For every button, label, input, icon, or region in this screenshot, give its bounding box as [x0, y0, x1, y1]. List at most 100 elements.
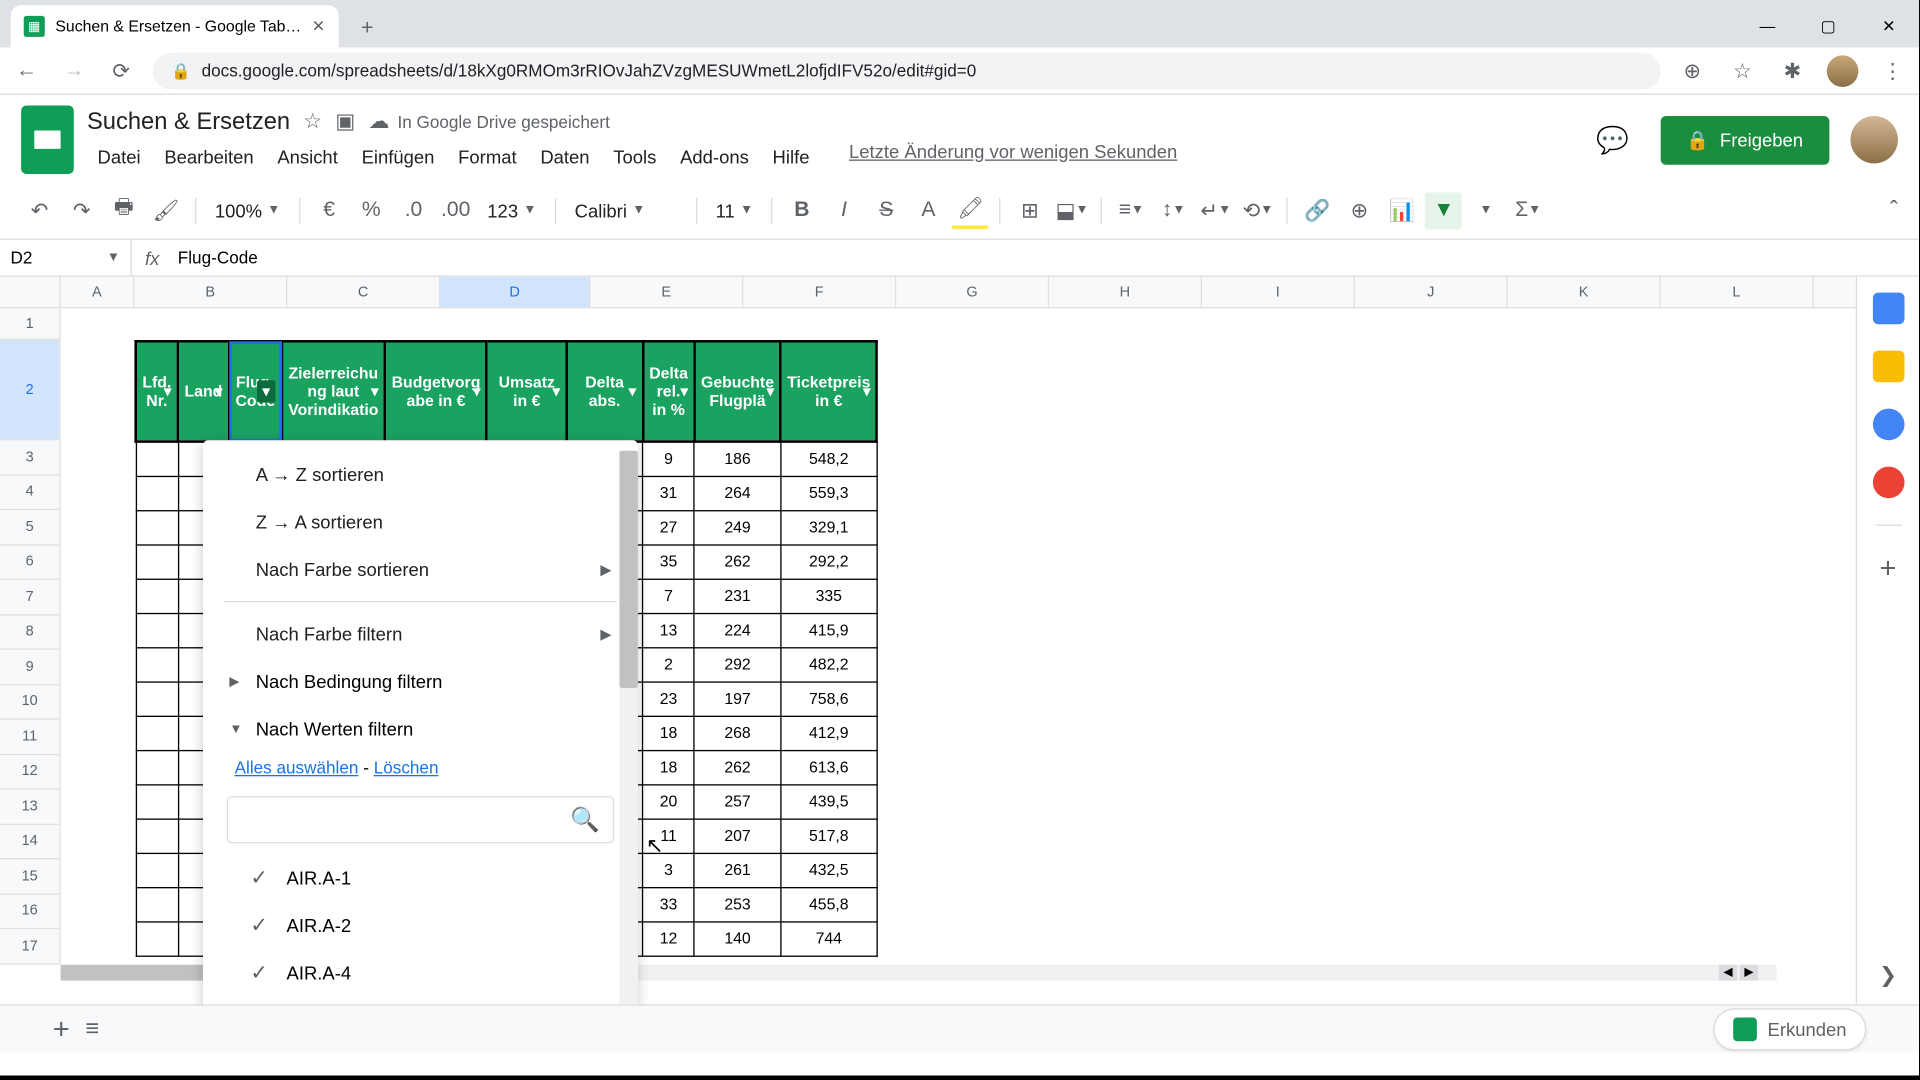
filter-dropdown-button[interactable]: ▼ [1468, 192, 1505, 229]
back-button[interactable]: ← [11, 59, 43, 83]
table-header[interactable]: Land▾ [178, 341, 229, 441]
table-header[interactable]: Delta rel. in %▾ [643, 341, 695, 441]
select-all-corner[interactable] [0, 277, 61, 307]
row-header-15[interactable]: 15 [0, 859, 59, 894]
currency-button[interactable]: € [311, 192, 348, 229]
menu-addons[interactable]: Add-ons [670, 140, 760, 172]
row-header-17[interactable]: 17 [0, 929, 59, 964]
minimize-button[interactable]: — [1737, 5, 1798, 47]
redo-button[interactable]: ↷ [63, 192, 100, 229]
filter-value-item[interactable]: ✓AIR.A-1 [203, 854, 638, 901]
share-button[interactable]: 🔒 Freigeben [1660, 115, 1829, 164]
percent-button[interactable]: % [353, 192, 390, 229]
strikethrough-button[interactable]: S [868, 192, 905, 229]
comments-button[interactable]: 💬 [1586, 113, 1639, 166]
tasks-icon[interactable] [1872, 409, 1904, 441]
menu-edit[interactable]: Bearbeiten [154, 140, 264, 172]
menu-view[interactable]: Ansicht [267, 140, 349, 172]
table-header[interactable]: Zielerreichu ng laut Vorindikatio▾ [282, 341, 385, 441]
column-header-B[interactable]: B [134, 277, 287, 307]
maximize-button[interactable]: ▢ [1798, 5, 1859, 47]
close-tab-icon[interactable]: ✕ [312, 17, 325, 35]
scroll-left-button[interactable]: ◀ [1719, 964, 1737, 980]
table-header[interactable]: Ticketpreis in €▾ [781, 341, 877, 441]
filter-search-box[interactable]: 🔍 [227, 796, 614, 843]
browser-menu-icon[interactable]: ⋮ [1877, 57, 1909, 83]
row-header-13[interactable]: 13 [0, 789, 59, 824]
text-color-button[interactable]: A [910, 192, 947, 229]
zoom-select[interactable]: 100% ▼ [207, 200, 288, 221]
table-header[interactable]: Umsatz in €▾ [487, 341, 567, 441]
merge-button[interactable]: ⬓▼ [1054, 192, 1091, 229]
menu-data[interactable]: Daten [530, 140, 600, 172]
row-header-1[interactable]: 1 [0, 308, 59, 340]
column-header-E[interactable]: E [590, 277, 743, 307]
halign-button[interactable]: ≡▼ [1113, 192, 1150, 229]
formula-input[interactable]: Flug-Code [173, 248, 1919, 268]
row-header-16[interactable]: 16 [0, 894, 59, 929]
font-size-select[interactable]: 11 ▼ [708, 200, 761, 221]
keep-icon[interactable] [1872, 351, 1904, 383]
row-header-7[interactable]: 7 [0, 580, 59, 615]
spreadsheet-grid[interactable]: ABCDEFGHIJKL 1234567891011121314151617 L… [0, 277, 1856, 1005]
filter-value-item[interactable]: ✓AIR.A-5 [203, 996, 638, 1004]
menu-format[interactable]: Format [448, 140, 528, 172]
table-header[interactable]: Lfd. Nr.▾ [136, 341, 178, 441]
filter-value-item[interactable]: ✓AIR.A-4 [203, 949, 638, 996]
explore-button[interactable]: Erkunden [1713, 1008, 1866, 1050]
sort-az-item[interactable]: A → Z sortieren [203, 451, 638, 498]
row-header-10[interactable]: 10 [0, 685, 59, 720]
column-header-F[interactable]: F [743, 277, 896, 307]
filter-by-values-item[interactable]: ▼ Nach Werten filtern [203, 705, 638, 752]
borders-button[interactable]: ⊞ [1011, 192, 1048, 229]
menu-insert[interactable]: Einfügen [351, 140, 445, 172]
column-header-I[interactable]: I [1202, 277, 1355, 307]
row-header-3[interactable]: 3 [0, 440, 59, 475]
link-button[interactable]: 🔗 [1299, 192, 1336, 229]
wrap-button[interactable]: ↵▼ [1197, 192, 1234, 229]
calendar-icon[interactable] [1872, 293, 1904, 325]
add-sheet-button[interactable]: + [53, 1012, 70, 1046]
close-window-button[interactable]: ✕ [1858, 5, 1919, 47]
reload-button[interactable]: ⟳ [105, 57, 137, 83]
filter-by-condition-item[interactable]: ▶ Nach Bedingung filtern [203, 658, 638, 705]
functions-button[interactable]: Σ▼ [1510, 192, 1547, 229]
move-icon[interactable]: ▣ [335, 108, 355, 134]
row-header-11[interactable]: 11 [0, 720, 59, 755]
menu-tools[interactable]: Tools [603, 140, 667, 172]
menu-help[interactable]: Hilfe [762, 140, 820, 172]
row-header-5[interactable]: 5 [0, 510, 59, 545]
sort-by-color-item[interactable]: Nach Farbe sortieren▶ [203, 546, 638, 593]
hide-panel-icon[interactable]: ❯ [1879, 962, 1897, 988]
all-sheets-button[interactable]: ≡ [85, 1015, 99, 1043]
row-header-8[interactable]: 8 [0, 615, 59, 650]
column-header-L[interactable]: L [1661, 277, 1814, 307]
column-header-J[interactable]: J [1355, 277, 1508, 307]
column-header-H[interactable]: H [1049, 277, 1202, 307]
profile-avatar-small[interactable] [1827, 55, 1859, 87]
table-header[interactable]: Budgetvorg abe in €▾ [385, 341, 487, 441]
row-header-2[interactable]: 2 [0, 340, 59, 440]
bookmark-icon[interactable]: ☆ [1727, 57, 1759, 83]
menu-file[interactable]: Datei [87, 140, 151, 172]
select-all-link[interactable]: Alles auswählen [235, 758, 359, 778]
zoom-icon[interactable]: ⊕ [1676, 57, 1708, 83]
collapse-toolbar-icon[interactable]: ˆ [1890, 196, 1898, 224]
column-header-A[interactable]: A [61, 277, 135, 307]
column-header-G[interactable]: G [896, 277, 1049, 307]
filter-value-item[interactable]: ✓AIR.A-2 [203, 902, 638, 949]
document-title[interactable]: Suchen & Ersetzen [87, 107, 290, 135]
column-header-C[interactable]: C [287, 277, 440, 307]
column-header-K[interactable]: K [1508, 277, 1661, 307]
row-header-4[interactable]: 4 [0, 475, 59, 510]
comment-button[interactable]: ⊕ [1341, 192, 1378, 229]
undo-button[interactable]: ↶ [21, 192, 58, 229]
contacts-icon[interactable] [1872, 467, 1904, 499]
sort-za-item[interactable]: Z → A sortieren [203, 498, 638, 545]
row-header-9[interactable]: 9 [0, 650, 59, 685]
new-tab-button[interactable]: + [349, 11, 386, 48]
filter-by-color-item[interactable]: Nach Farbe filtern▶ [203, 610, 638, 657]
decrease-decimal-button[interactable]: .0 [395, 192, 432, 229]
filter-button[interactable]: ▼ [1425, 192, 1462, 229]
increase-decimal-button[interactable]: .00 [437, 192, 474, 229]
